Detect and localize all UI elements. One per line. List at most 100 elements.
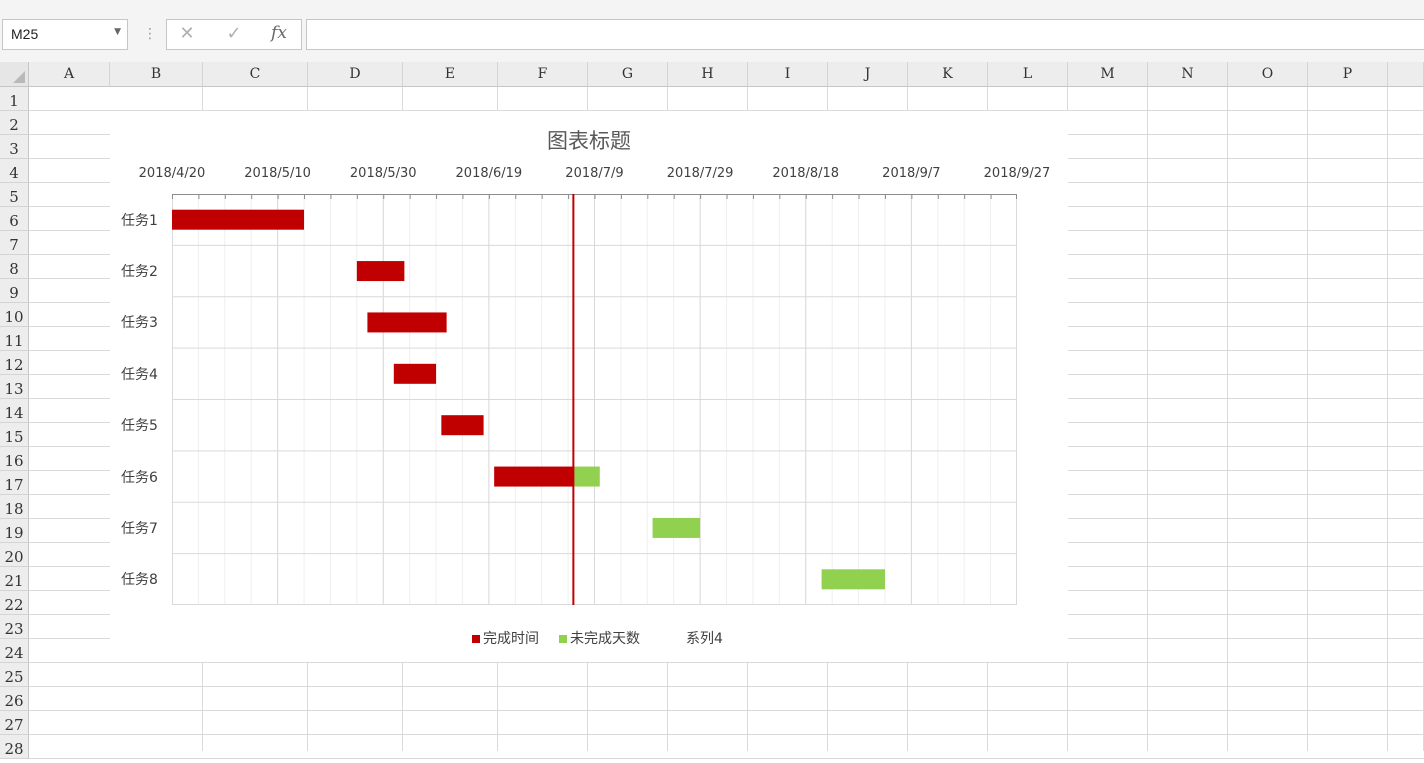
row-header-4[interactable]: 4 [0,159,29,183]
row-header-15[interactable]: 15 [0,423,29,447]
y-category-label: 任务5 [121,418,158,435]
column-header-A[interactable]: A [29,62,110,87]
x-tick-label: 2018/8/18 [772,166,840,181]
row-header-22[interactable]: 22 [0,591,29,615]
x-tick-label: 2018/5/30 [349,166,417,181]
chart-title[interactable]: 图表标题 [110,125,1068,155]
legend-label: 未完成天数 [570,631,640,647]
row-header-11[interactable]: 11 [0,327,29,351]
column-header-K[interactable]: K [908,62,988,87]
more-options-icon[interactable]: ⋮ [143,26,157,42]
column-header-filler [1388,62,1424,87]
row-header-13[interactable]: 13 [0,375,29,399]
bar-任务7-series-2 [652,517,701,538]
row-header-8[interactable]: 8 [0,255,29,279]
formula-input[interactable] [306,19,1424,50]
chart-legend[interactable]: 完成时间 未完成天数 系列4 [110,628,1068,648]
row-header-23[interactable]: 23 [0,615,29,639]
bar-任务6-series-2 [573,466,600,487]
y-category-label: 任务2 [121,264,158,281]
bar-任务5-series-1 [441,415,484,436]
gantt-chart[interactable]: 图表标题 2018/4/20 2018/5/10 2018/5/30 2018/6/1… [110,111,1068,662]
column-header-P[interactable]: P [1308,62,1388,87]
row-header-12[interactable]: 12 [0,351,29,375]
legend-item-series-2[interactable]: 未完成天数 [559,628,640,648]
row-header-9[interactable]: 9 [0,279,29,303]
legend-swatch [559,635,567,643]
row-header-20[interactable]: 20 [0,543,29,567]
name-box[interactable]: M25 ▼ [2,19,128,50]
column-header-E[interactable]: E [403,62,498,87]
row-header-18[interactable]: 18 [0,495,29,519]
row-header-10[interactable]: 10 [0,303,29,327]
row-header-26[interactable]: 26 [0,687,29,711]
column-header-O[interactable]: O [1228,62,1308,87]
column-header-M[interactable]: M [1068,62,1148,87]
row-header-25[interactable]: 25 [0,663,29,687]
x-tick-label: 2018/9/7 [882,166,941,181]
row-gridline [29,758,1424,759]
bar-任务1-series-1 [172,209,305,230]
row-header-16[interactable]: 16 [0,447,29,471]
formula-bar-area: M25 ▼ ⋮ ✕ ✓ fx [0,0,1424,62]
chevron-down-icon[interactable]: ▼ [114,27,121,37]
column-header-I[interactable]: I [748,62,828,87]
y-category-label: 任务6 [121,469,158,486]
row-header-7[interactable]: 7 [0,231,29,255]
row-gridline [29,662,1424,663]
row-header-27[interactable]: 27 [0,711,29,735]
bar-任务3-series-1 [367,312,447,333]
column-header-H[interactable]: H [668,62,748,87]
select-all-corner[interactable] [0,62,29,87]
bar-任务8-series-2 [821,569,885,590]
y-category-label: 任务1 [121,212,158,229]
column-header-C[interactable]: C [203,62,308,87]
column-header-L[interactable]: L [988,62,1068,87]
row-header-6[interactable]: 6 [0,207,29,231]
column-gridline [1307,87,1308,751]
y-category-label: 任务4 [121,366,158,383]
row-gridline [29,686,1424,687]
y-category-label: 任务7 [121,520,158,537]
row-header-19[interactable]: 19 [0,519,29,543]
row-header-21[interactable]: 21 [0,567,29,591]
column-header-D[interactable]: D [308,62,403,87]
legend-label: 完成时间 [483,631,539,647]
row-header-2[interactable]: 2 [0,111,29,135]
x-tick-label: 2018/9/27 [983,166,1051,181]
bar-任务4-series-1 [393,363,437,384]
column-header-B[interactable]: B [110,62,203,87]
row-header-17[interactable]: 17 [0,471,29,495]
enter-icon[interactable]: ✓ [222,23,246,44]
formula-buttons: ✕ ✓ fx [166,19,302,50]
column-header-J[interactable]: J [828,62,908,87]
column-gridline [1147,87,1148,751]
insert-function-icon[interactable]: fx [267,23,291,43]
row-header-5[interactable]: 5 [0,183,29,207]
x-tick-label: 2018/5/10 [244,166,311,181]
row-header-24[interactable]: 24 [0,639,29,663]
legend-swatch [675,635,683,643]
column-gridline [1387,87,1388,751]
y-category-label: 任务3 [121,315,158,332]
cancel-icon[interactable]: ✕ [175,23,199,44]
row-header-1[interactable]: 1 [0,87,29,111]
column-gridline [1227,87,1228,751]
column-header-F[interactable]: F [498,62,588,87]
name-box-value: M25 [11,26,39,42]
column-header-N[interactable]: N [1148,62,1228,87]
legend-item-series-3[interactable]: 系列4 [675,628,723,648]
x-tick-label: 2018/6/19 [455,166,523,181]
plot-area[interactable] [172,194,1017,605]
legend-swatch [472,635,480,643]
row-header-3[interactable]: 3 [0,135,29,159]
legend-label: 系列4 [686,631,723,647]
row-header-14[interactable]: 14 [0,399,29,423]
x-tick-label: 2018/4/20 [138,166,206,181]
legend-item-series-1[interactable]: 完成时间 [472,628,539,648]
y-category-label: 任务8 [121,572,158,589]
row-gridline [29,734,1424,735]
x-tick-label: 2018/7/29 [666,166,734,181]
column-header-G[interactable]: G [588,62,668,87]
row-header-28[interactable]: 28 [0,735,29,759]
